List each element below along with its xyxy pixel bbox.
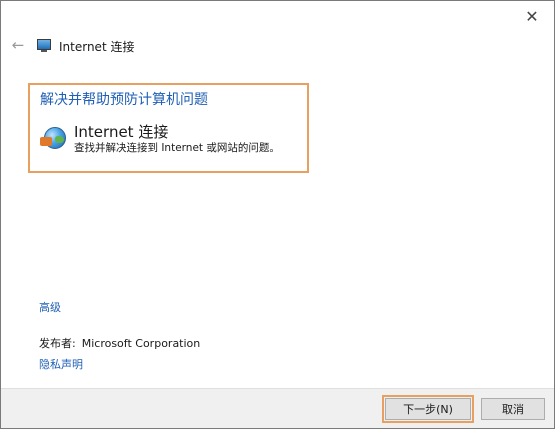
window-title: Internet 连接 xyxy=(59,39,135,54)
troubleshooter-window: ✕ ← Internet 连接 解决并帮助预防计算机问题 Internet 连接… xyxy=(0,0,555,429)
option-title: Internet 连接 xyxy=(74,123,169,141)
advanced-link[interactable]: 高级 xyxy=(39,299,61,315)
next-button[interactable]: 下一步(N) xyxy=(382,395,474,423)
back-arrow-icon: ← xyxy=(11,36,25,54)
internet-connection-option[interactable]: Internet 连接 查找并解决连接到 Internet 或网站的问题。 xyxy=(40,123,280,155)
cancel-button[interactable]: 取消 xyxy=(481,398,545,420)
dialog-footer: 下一步(N) 取消 xyxy=(1,388,554,428)
network-icon xyxy=(37,39,53,53)
window-title-bar: Internet 连接 xyxy=(37,37,134,55)
publisher-value: Microsoft Corporation xyxy=(81,337,201,350)
option-text: Internet 连接 查找并解决连接到 Internet 或网站的问题。 xyxy=(74,123,280,155)
page-heading: 解决并帮助预防计算机问题 xyxy=(40,92,208,108)
privacy-statement-link[interactable]: 隐私声明 xyxy=(39,356,83,372)
troubleshoot-task-box: 解决并帮助预防计算机问题 Internet 连接 查找并解决连接到 Intern… xyxy=(28,83,309,173)
publisher-info: 发布者: Microsoft Corporation xyxy=(39,335,200,351)
close-button[interactable]: ✕ xyxy=(510,1,554,31)
option-description: 查找并解决连接到 Internet 或网站的问题。 xyxy=(74,142,280,154)
internet-connection-icon xyxy=(40,125,68,153)
publisher-label: 发布者: xyxy=(39,337,76,350)
back-button[interactable]: ← xyxy=(9,35,27,55)
close-icon: ✕ xyxy=(525,6,539,26)
